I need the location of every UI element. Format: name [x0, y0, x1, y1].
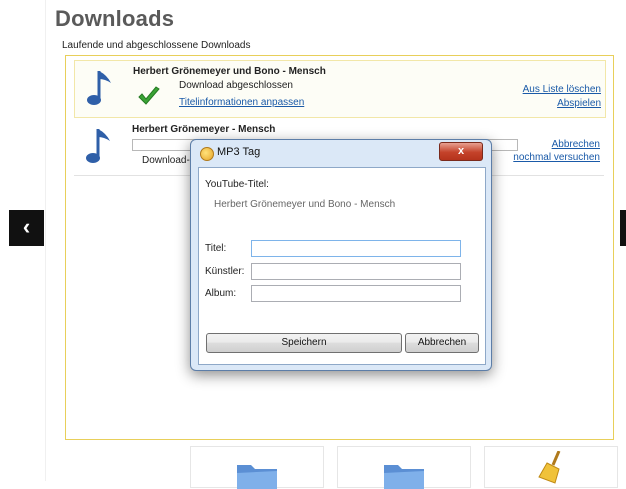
folder-icon: [384, 465, 424, 489]
open-folder-tile[interactable]: [337, 446, 471, 489]
music-note-icon: [87, 71, 111, 105]
close-icon[interactable]: x: [439, 142, 483, 161]
clean-up-tile[interactable]: [484, 446, 618, 488]
artist-input[interactable]: [251, 263, 461, 280]
artist-label: Künstler:: [205, 266, 245, 277]
cancel-link[interactable]: Abbrechen: [552, 139, 600, 150]
save-button[interactable]: Speichern: [206, 333, 402, 353]
dialog-titlebar[interactable]: MP3 Tag x: [191, 140, 491, 166]
album-input[interactable]: [251, 285, 461, 302]
chevron-left-icon[interactable]: ‹: [9, 210, 44, 246]
edit-title-info-link[interactable]: Titelinformationen anpassen: [179, 97, 304, 108]
music-note-icon: [86, 129, 110, 163]
download-status: Download abgeschlossen: [179, 80, 293, 91]
play-link[interactable]: Abspielen: [557, 98, 601, 109]
dialog-body: YouTube-Titel: Herbert Grönemeyer und Bo…: [198, 167, 486, 365]
youtube-title-label: YouTube-Titel:: [205, 179, 269, 190]
chevron-right-icon[interactable]: [620, 210, 626, 246]
page-subtitle: Laufende und abgeschlossene Downloads: [62, 40, 251, 51]
cancel-button[interactable]: Abbrechen: [405, 333, 479, 353]
title-label: Titel:: [205, 243, 227, 254]
page-title: Downloads: [55, 6, 175, 31]
album-label: Album:: [205, 288, 237, 299]
mp3-tag-dialog: MP3 Tag x YouTube-Titel: Herbert Gröneme…: [190, 139, 492, 371]
retry-link[interactable]: nochmal versuchen: [513, 152, 600, 163]
checkmark-icon: [138, 86, 160, 105]
download-title: Herbert Grönemeyer - Mensch: [132, 124, 276, 135]
broom-icon: [538, 451, 561, 484]
smiley-icon: [200, 147, 214, 161]
title-input[interactable]: [251, 240, 461, 257]
dialog-title: MP3 Tag: [217, 146, 261, 158]
remove-from-list-link[interactable]: Aus Liste löschen: [523, 84, 601, 95]
download-item[interactable]: Herbert Grönemeyer und Bono - Mensch Dow…: [74, 60, 606, 118]
youtube-title-value: Herbert Grönemeyer und Bono - Mensch: [214, 199, 396, 210]
download-title: Herbert Grönemeyer und Bono - Mensch: [133, 66, 326, 77]
folder-icon: [237, 465, 277, 489]
open-folder-tile[interactable]: [190, 446, 324, 489]
